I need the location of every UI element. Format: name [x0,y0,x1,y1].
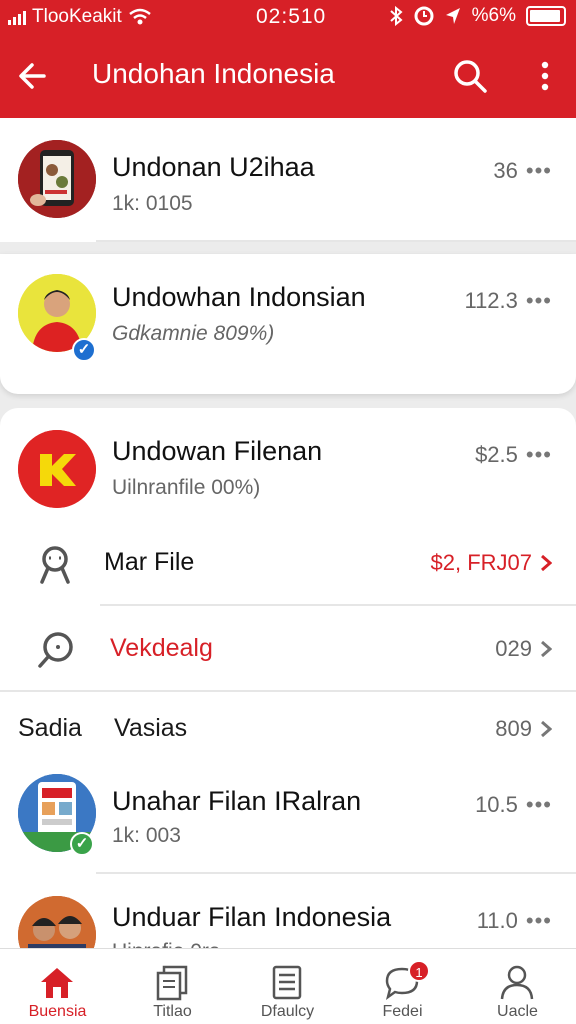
list-card: ✓ Undowhan Indonsian Gdkamnie 809%) 112.… [0,254,576,394]
more-horizontal-icon[interactable]: ••• [526,288,552,314]
list-card: Undowan Filenan Uilnranfile 00%) $2.5 •••… [0,408,576,948]
value-text: 36 [493,158,518,183]
tab-label: Uacle [497,1003,538,1020]
value-text: 809 [495,716,532,741]
tab-home[interactable]: Buensia [0,949,115,1024]
list-item[interactable]: ✓ Unahar Filan IRalran 1k: 003 10.5 ••• [0,764,576,874]
tab-chat[interactable]: Fedei [345,949,460,1024]
tab-label: Fedei [382,1003,423,1020]
item-subtitle: Uinrafie 0ra [112,940,221,948]
tab-titles[interactable]: Titlao [115,949,230,1024]
status-icons: %6% [388,5,566,27]
wifi-icon [129,8,151,25]
avatar [18,430,96,508]
bottom-tab-bar: Buensia Titlao Dfaulcy Fedei Uacle [0,948,576,1024]
nav-bar: Undohan Indonesia [0,42,576,108]
list-item[interactable]: Vekdealg 029 [0,608,576,692]
list-item[interactable]: + Undonan U2ihaa 1k: 0105 36••• [0,118,576,344]
item-value: 10.5 ••• [475,792,552,818]
item-name: Mar File [104,548,195,576]
carrier: TlooKeakit [8,6,152,28]
item-value: $2, FRJ07 [430,550,552,576]
documents-icon [156,965,188,1001]
list-item[interactable]: Unduar Filan Indonesia Uinrafie 0ra 11.0… [0,878,576,948]
signal-icon [8,9,26,25]
list-item[interactable]: Mar File $2, FRJ07 [0,524,576,604]
item-value: 11.0 ••• [477,908,552,934]
item-value: 809 [495,716,552,742]
list-item[interactable]: Undowan Filenan Uilnranfile 00%) $2.5 ••• [0,408,576,518]
item-value: $2.5 ••• [475,442,552,468]
item-name-text: Vekdealg [110,634,213,662]
divider [100,604,576,606]
avatar [18,140,96,218]
more-horizontal-icon[interactable]: ••• [526,158,552,184]
item-name: Undowan Filenan [112,436,323,466]
brand-logo-icon [18,430,96,508]
section-header[interactable]: Sadia Vasias 809 [0,696,576,758]
item-name: Vekdealg [110,634,213,663]
alarm-icon [414,6,434,26]
item-name: Unduar Filan Indonesia [112,902,392,932]
item-value: 029 [495,636,552,662]
check-badge-icon: ✓ [70,832,94,856]
value-text: $2, FRJ07 [430,550,533,575]
tab-label: Titlao [153,1003,192,1020]
item-subtitle: 1k: 0105 [112,192,193,215]
home-icon [41,968,73,998]
carrier-name: TlooKeakit [32,6,122,27]
battery-icon [526,6,566,26]
chevron-right-icon [541,720,552,738]
divider [96,240,576,242]
item-name: Undowhan Indonsian [112,282,366,312]
search-chat-icon [38,632,73,668]
divider [96,872,576,874]
value-text: 112.3 [464,288,518,313]
people-image [18,896,96,948]
profile-icon [500,965,534,1000]
item-value: 36 ••• [493,158,552,184]
value-text: 10.5 [475,792,518,817]
status-bar: TlooKeakit 02:510 %6% [0,0,576,34]
list-card: + Undonan U2ihaa 1k: 0105 36••• [0,118,576,344]
user-search-icon [40,546,70,584]
search-icon[interactable] [450,56,490,96]
page-title: Undohan Indonesia [92,58,335,89]
app-header: TlooKeakit 02:510 %6% Undohan Indonesia [0,0,576,118]
phone-image [18,140,96,218]
item-name: Unahar Filan IRalran [112,786,362,816]
clock: 02:510 [256,5,327,28]
tab-list[interactable]: Dfaulcy [230,949,345,1024]
section-label-secondary: Vasias [114,714,188,742]
item-subtitle: Gdkamnie 809%) [112,322,275,345]
value-text: 029 [495,636,532,661]
list-icon [272,965,302,1000]
bluetooth-icon [389,6,403,26]
location-icon [445,8,460,24]
item-subtitle: Uilnranfile 00%) [112,476,261,499]
battery-percent: %6% [471,5,516,26]
divider [0,690,576,692]
tab-profile[interactable]: Uacle [460,949,575,1024]
arrow-left-icon[interactable] [14,56,54,96]
verified-badge-icon: ✓ [72,338,96,362]
more-horizontal-icon[interactable]: ••• [526,442,552,468]
list-item[interactable]: ✓ Undowhan Indonsian Gdkamnie 809%) 112.… [0,254,576,394]
item-subtitle: 1k: 003 [112,824,181,847]
avatar [18,896,96,948]
tab-label: Buensia [28,1003,87,1020]
chevron-right-icon [541,640,552,658]
chevron-right-icon [541,554,552,572]
item-name: Undonan U2ihaa [112,152,315,182]
value-text: 11.0 [476,908,518,933]
value-text: $2.5 [475,442,518,467]
more-vertical-icon[interactable] [530,56,560,96]
notification-badge: 1 [408,960,430,982]
more-horizontal-icon[interactable]: ••• [526,908,552,934]
tab-label: Dfaulcy [260,1003,315,1020]
more-horizontal-icon[interactable]: ••• [526,792,552,818]
section-label: Sadia [18,714,82,742]
item-value: 112.3 ••• [464,288,552,314]
